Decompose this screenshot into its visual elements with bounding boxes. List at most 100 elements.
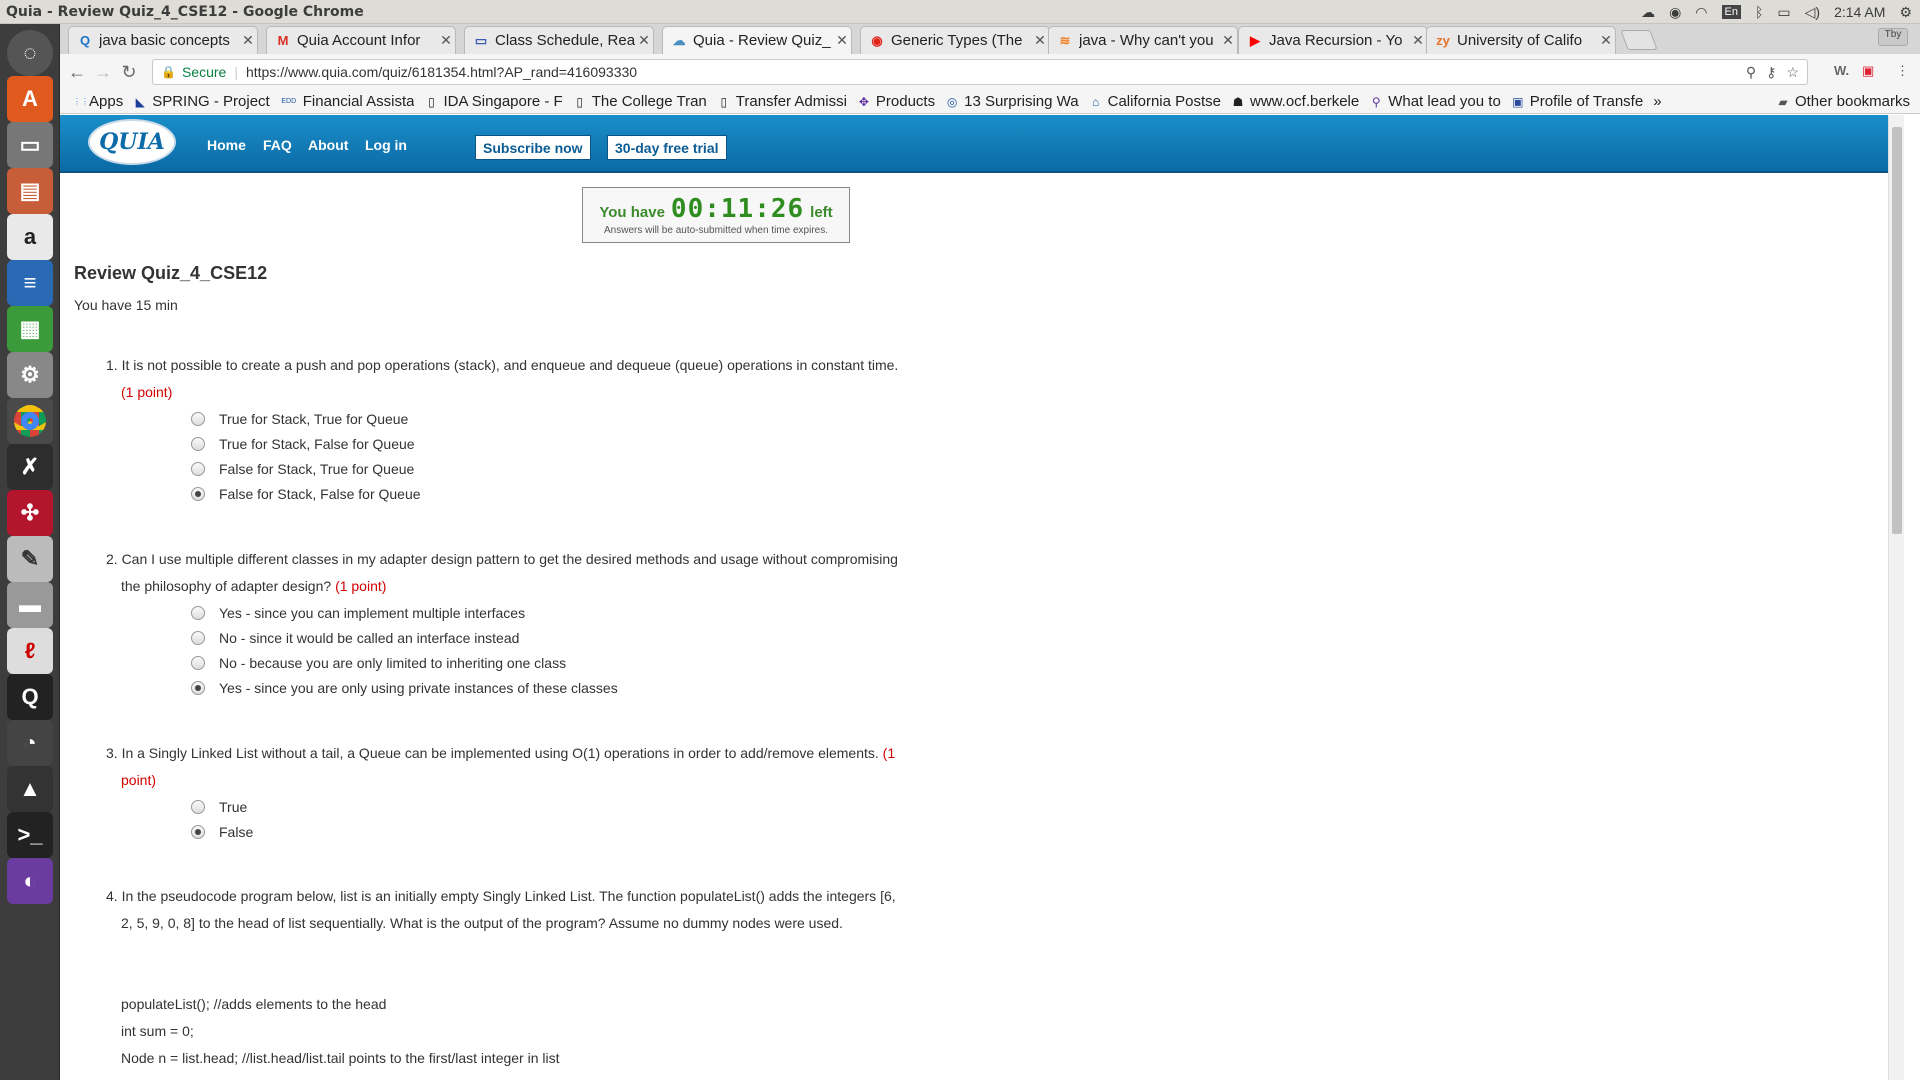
radio-button[interactable] — [191, 437, 205, 451]
radio-button-checked[interactable] — [191, 681, 205, 695]
terminal-icon[interactable]: >_ — [7, 812, 53, 858]
free-trial-button[interactable]: 30-day free trial — [607, 135, 727, 160]
disk-icon[interactable]: ▬ — [7, 582, 53, 628]
bookmark-item[interactable]: ⌂ California Postse — [1089, 93, 1221, 110]
back-arrow-icon[interactable]: ← — [64, 62, 90, 83]
amazon-icon[interactable]: a — [7, 214, 53, 260]
close-icon[interactable]: ✕ — [1409, 32, 1427, 49]
nav-about[interactable]: About — [308, 137, 348, 153]
wifi-icon[interactable]: ◠ — [1695, 4, 1707, 21]
chrome-tray-icon[interactable]: ◉ — [1669, 4, 1681, 21]
quia-logo[interactable]: QUIA — [88, 119, 176, 165]
tab-5[interactable]: ≋ java - Why can't you ✕ — [1048, 26, 1238, 54]
key-icon[interactable]: ⚷ — [1766, 64, 1776, 81]
reload-icon[interactable]: ↻ — [116, 62, 142, 83]
radio-button[interactable] — [191, 631, 205, 645]
bookmark-item[interactable]: ▯ The College Tran — [573, 93, 706, 110]
radio-button-checked[interactable] — [191, 825, 205, 839]
forward-arrow-icon[interactable]: → — [90, 62, 116, 83]
nav-home[interactable]: Home — [207, 137, 246, 153]
dash-icon[interactable]: ◌ — [7, 30, 53, 76]
tab-6[interactable]: ▶ Java Recursion - Yo ✕ — [1238, 26, 1428, 54]
close-icon[interactable]: ✕ — [1597, 32, 1615, 49]
bookmark-item[interactable]: ☗ www.ocf.berkele — [1231, 93, 1360, 110]
close-icon[interactable]: ✕ — [635, 32, 653, 49]
bookmark-item[interactable]: ✥ Products — [857, 93, 935, 110]
radio-button-checked[interactable] — [191, 487, 205, 501]
tab-0[interactable]: Q java basic concepts ✕ — [68, 26, 258, 54]
option[interactable]: True for Stack, False for Queue — [191, 436, 415, 452]
close-icon[interactable]: ✕ — [437, 32, 455, 49]
updater-icon[interactable]: ▲ — [7, 766, 53, 812]
volume-icon[interactable]: ◁) — [1805, 4, 1820, 21]
vertical-scrollbar[interactable] — [1888, 115, 1904, 1080]
calc-icon[interactable]: ▦ — [7, 306, 53, 352]
menu-dots-icon[interactable]: ⋮ — [1896, 63, 1909, 79]
scrollbar-thumb[interactable] — [1892, 127, 1902, 534]
dropbox-icon[interactable]: ☁ — [1641, 4, 1655, 21]
pdf-viewer-icon[interactable]: ℓ — [7, 628, 53, 674]
radio-button[interactable] — [191, 606, 205, 620]
tab-2[interactable]: ▭ Class Schedule, Rea ✕ — [464, 26, 654, 54]
radio-button[interactable] — [191, 656, 205, 670]
tab-3-active[interactable]: ☁ Quia - Review Quiz_ ✕ — [662, 26, 852, 54]
option-selected[interactable]: False — [191, 824, 253, 840]
keyboard-language[interactable]: En — [1721, 5, 1741, 19]
zoom-icon[interactable]: ⚲ — [1746, 64, 1756, 81]
clock[interactable]: 2:14 AM — [1834, 4, 1885, 20]
bookmark-item[interactable]: ◣ SPRING - Project — [133, 93, 270, 110]
eclipse-icon[interactable]: ◐ — [7, 858, 53, 904]
nav-faq[interactable]: FAQ — [263, 137, 292, 153]
bookmark-item[interactable]: ▯ Transfer Admissi — [717, 93, 846, 110]
impress-icon[interactable]: ▤ — [7, 168, 53, 214]
radio-button[interactable] — [191, 462, 205, 476]
option-selected[interactable]: Yes - since you are only using private i… — [191, 680, 618, 696]
nav-login[interactable]: Log in — [365, 137, 407, 153]
new-tab-button[interactable] — [1620, 30, 1658, 50]
bookmark-star-icon[interactable]: ☆ — [1786, 64, 1799, 81]
bookmark-item[interactable]: ◎ 13 Surprising Wa — [945, 93, 1079, 110]
profile-icon[interactable]: Tby — [1878, 28, 1908, 46]
tab-4[interactable]: ◉ Generic Types (The ✕ — [860, 26, 1050, 54]
extension-w-icon[interactable]: W. — [1834, 63, 1849, 78]
software-center-icon[interactable]: A — [7, 76, 53, 122]
extension-red-icon[interactable]: ▣ — [1862, 63, 1874, 79]
bookmarks-overflow-button[interactable]: » — [1653, 93, 1661, 110]
radio-button[interactable] — [191, 412, 205, 426]
clock-app-icon[interactable]: ◔ — [7, 720, 53, 766]
option[interactable]: No - because you are only limited to inh… — [191, 655, 566, 671]
close-icon[interactable]: ✕ — [1031, 32, 1049, 49]
bookmark-item[interactable]: ⚲ What lead you to — [1369, 93, 1501, 110]
option[interactable]: Yes - since you can implement multiple i… — [191, 605, 525, 621]
system-settings-icon[interactable]: ⚙ — [7, 352, 53, 398]
qt-icon[interactable]: Q — [7, 674, 53, 720]
mendeley-icon[interactable]: ✣ — [7, 490, 53, 536]
option[interactable]: True for Stack, True for Queue — [191, 411, 408, 427]
battery-icon[interactable]: ▭ — [1777, 4, 1790, 21]
close-icon[interactable]: ✕ — [833, 32, 851, 49]
option[interactable]: True — [191, 799, 247, 815]
radio-button[interactable] — [191, 800, 205, 814]
option-selected[interactable]: False for Stack, False for Queue — [191, 486, 421, 502]
tab-7[interactable]: zy University of Califo ✕ — [1426, 26, 1616, 54]
tab-1[interactable]: M Quia Account Infor ✕ — [266, 26, 456, 54]
settings-gear-icon[interactable]: ⚙ — [1899, 4, 1912, 21]
writer-icon[interactable]: ≡ — [7, 260, 53, 306]
close-icon[interactable]: ✕ — [1219, 32, 1237, 49]
address-bar[interactable]: 🔒 Secure | https://www.quia.com/quiz/618… — [152, 59, 1808, 85]
option[interactable]: False for Stack, True for Queue — [191, 461, 414, 477]
xmind-icon[interactable]: ✗ — [7, 444, 53, 490]
subscribe-button[interactable]: Subscribe now — [475, 135, 591, 160]
other-bookmarks-folder[interactable]: ▰ Other bookmarks — [1776, 93, 1910, 110]
files-icon[interactable]: ▭ — [7, 122, 53, 168]
bookmark-item[interactable]: ⋮⋮⋮Apps — [70, 93, 123, 110]
bookmark-item[interactable]: ▣ Profile of Transfe — [1511, 93, 1643, 110]
chrome-launcher-icon[interactable] — [7, 398, 53, 444]
bookmark-item[interactable]: ▯ IDA Singapore - F — [424, 93, 563, 110]
text-editor-icon[interactable]: ✎ — [7, 536, 53, 582]
bluetooth-icon[interactable]: ᛒ — [1755, 4, 1763, 20]
bookmark-item[interactable]: EDD Financial Assista — [280, 93, 414, 110]
question-text: 2. Can I use multiple different classes … — [106, 551, 898, 594]
close-icon[interactable]: ✕ — [239, 32, 257, 49]
option[interactable]: No - since it would be called an interfa… — [191, 630, 519, 646]
